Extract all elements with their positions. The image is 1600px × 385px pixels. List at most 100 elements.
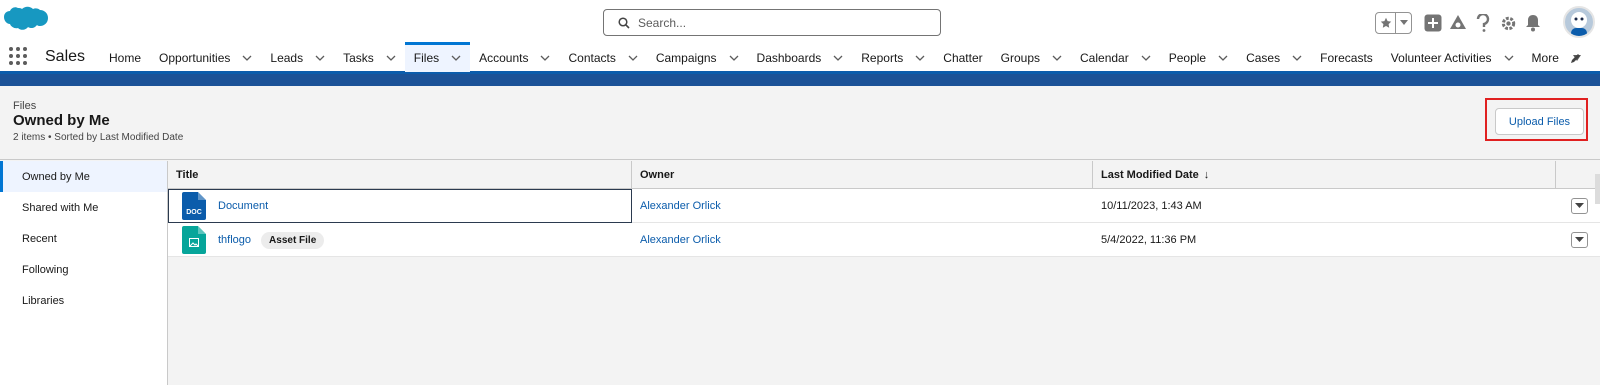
chevron-down-icon[interactable] (1141, 55, 1151, 61)
star-icon[interactable] (1376, 13, 1396, 33)
chevron-down-icon[interactable] (1292, 55, 1302, 61)
chevron-down-icon[interactable] (540, 55, 550, 61)
nav-tab-groups[interactable]: Groups (992, 44, 1071, 72)
chevron-down-icon[interactable] (1052, 55, 1062, 61)
file-type-label: DOC (186, 209, 202, 216)
table-body: DOC Document Alexander Orlick 10/11/2023, 1… (168, 189, 1600, 257)
trailhead-icon[interactable] (1448, 13, 1468, 33)
salesforce-cloud-icon[interactable] (2, 4, 52, 40)
nav-tab-label: Cases (1246, 51, 1281, 65)
nav-tab-label: More (1531, 51, 1559, 65)
files-sidebar: Owned by Me Shared with Me Recent Following… (0, 161, 168, 385)
doc-file-icon: DOC (182, 192, 206, 220)
breadcrumb[interactable]: Files (13, 100, 36, 112)
sort-arrow-icon: ↓ (1203, 169, 1210, 181)
edit-nav-pencil-icon[interactable] (1570, 52, 1582, 64)
setup-gear-icon[interactable] (1498, 13, 1518, 33)
sidebar-item-shared-with-me[interactable]: Shared with Me (0, 192, 167, 223)
favorites-button-group[interactable] (1375, 12, 1412, 34)
chevron-down-icon[interactable] (1396, 13, 1411, 33)
last-modified-cell: 10/11/2023, 1:43 AM (1101, 200, 1202, 212)
owner-link[interactable]: Alexander Orlick (640, 200, 721, 212)
owner-link[interactable]: Alexander Orlick (640, 234, 721, 246)
chevron-down-icon[interactable] (386, 55, 396, 61)
sidebar-item-owned-by-me[interactable]: Owned by Me (0, 161, 167, 192)
help-icon[interactable] (1473, 13, 1493, 33)
title-cell[interactable]: thflogo Asset File (168, 223, 632, 257)
nav-tab-opportunities[interactable]: Opportunities (150, 44, 261, 72)
chevron-down-icon[interactable] (242, 55, 252, 61)
nav-tab-label: Campaigns (655, 51, 717, 65)
chevron-down-icon[interactable] (729, 55, 739, 61)
nav-tab-label: Reports (861, 51, 904, 65)
title-cell[interactable]: DOC Document (168, 189, 632, 223)
nav-tab-label: Groups (1000, 51, 1041, 65)
nav-tab-label: Home (109, 51, 142, 65)
nav-tab-label: Contacts (568, 51, 616, 65)
chevron-down-icon[interactable] (1218, 55, 1228, 61)
chevron-down-icon[interactable] (628, 55, 638, 61)
sidebar-item-recent[interactable]: Recent (0, 223, 167, 254)
app-launcher-icon[interactable] (9, 47, 27, 65)
header-utility-icons (1360, 6, 1600, 38)
nav-tab-label: Accounts (479, 51, 529, 65)
app-navigation-bar: Sales Home Opportunities Leads Tasks Files Ac… (0, 42, 1600, 74)
column-header-owner[interactable]: Owner (632, 161, 1093, 189)
column-header-last-modified[interactable]: Last Modified Date ↓ (1093, 161, 1556, 189)
row-actions-dropdown-icon[interactable] (1571, 198, 1588, 214)
nav-tab-reports[interactable]: Reports (852, 44, 934, 72)
chevron-down-icon[interactable] (833, 55, 843, 61)
nav-tab-label: Volunteer Activities (1390, 51, 1492, 65)
nav-tab-files[interactable]: Files (404, 42, 471, 72)
file-title-link[interactable]: Document (218, 200, 268, 212)
file-title-link[interactable]: thflogo (218, 234, 251, 246)
table-row[interactable]: thflogo Asset File Alexander Orlick 5/4/202… (168, 223, 1600, 257)
nav-tab-label: Leads (270, 51, 304, 65)
table-header: Title Owner Last Modified Date ↓ (168, 161, 1600, 189)
column-header-label: Last Modified Date (1101, 169, 1199, 181)
nav-tab-leads[interactable]: Leads (261, 44, 334, 72)
chevron-down-icon[interactable] (1504, 55, 1514, 61)
nav-tab-dashboards[interactable]: Dashboards (748, 44, 853, 72)
avatar-icon[interactable] (1563, 6, 1595, 38)
nav-tab-tasks[interactable]: Tasks (334, 44, 405, 72)
nav-tab-label: Opportunities (159, 51, 231, 65)
search-input[interactable] (638, 15, 918, 30)
nav-tab-volunteer-activities[interactable]: Volunteer Activities (1382, 44, 1523, 72)
nav-tab-calendar[interactable]: Calendar (1071, 44, 1160, 72)
nav-tab-home[interactable]: Home (100, 44, 150, 72)
files-page: Files Owned by Me 2 items • Sorted by La… (0, 86, 1600, 385)
notifications-bell-icon[interactable] (1523, 13, 1543, 33)
global-search[interactable] (603, 9, 941, 36)
nav-tab-label: Tasks (343, 51, 374, 65)
row-actions-dropdown-icon[interactable] (1571, 232, 1588, 248)
column-header-title[interactable]: Title (168, 161, 632, 189)
owner-cell: Alexander Orlick (632, 189, 1093, 223)
row-actions-cell (1556, 223, 1600, 257)
nav-tab-chatter[interactable]: Chatter (934, 44, 991, 72)
nav-tab-people[interactable]: People (1160, 44, 1237, 72)
sidebar-item-libraries[interactable]: Libraries (0, 285, 167, 316)
chevron-down-icon[interactable] (451, 55, 461, 61)
nav-tab-accounts[interactable]: Accounts (470, 44, 559, 72)
column-header-actions (1556, 161, 1600, 189)
list-view-summary: 2 items • Sorted by Last Modified Date (13, 132, 184, 143)
nav-tab-forecasts[interactable]: Forecasts (1311, 44, 1382, 72)
nav-tab-label: Forecasts (1320, 51, 1373, 65)
page-title: Owned by Me (13, 112, 110, 129)
files-table: Title Owner Last Modified Date ↓ DOC Docu… (168, 161, 1600, 257)
nav-tab-contacts[interactable]: Contacts (559, 44, 646, 72)
add-icon[interactable] (1423, 13, 1443, 33)
scrollbar[interactable] (1595, 174, 1600, 204)
row-actions-cell (1556, 189, 1600, 223)
nav-tab-campaigns[interactable]: Campaigns (647, 44, 748, 72)
chevron-down-icon[interactable] (315, 55, 325, 61)
nav-tab-cases[interactable]: Cases (1237, 44, 1311, 72)
search-icon (618, 16, 630, 29)
decorative-banner (0, 74, 1600, 86)
upload-files-button[interactable]: Upload Files (1495, 108, 1584, 135)
table-row[interactable]: DOC Document Alexander Orlick 10/11/2023, 1… (168, 189, 1600, 223)
app-name: Sales (45, 48, 86, 65)
chevron-down-icon[interactable] (915, 55, 925, 61)
sidebar-item-following[interactable]: Following (0, 254, 167, 285)
